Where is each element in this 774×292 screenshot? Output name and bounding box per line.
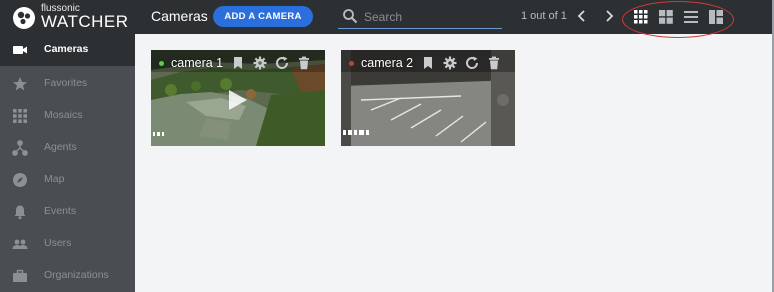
brand[interactable]: flussonic WATCHER	[0, 0, 135, 34]
timestamp-overlay-icon	[343, 130, 369, 135]
add-camera-button[interactable]: ADD A CAMERA	[213, 6, 313, 27]
sidebar-item-label: Cameras	[44, 43, 89, 55]
camera-name: camera 2	[361, 56, 414, 70]
sidebar-item-label: Favorites	[44, 77, 88, 89]
status-indicator	[159, 61, 164, 66]
timestamp-overlay-icon	[153, 132, 164, 136]
grid-view-large-icon[interactable]	[659, 10, 673, 24]
compass-icon	[13, 173, 27, 187]
refresh-icon[interactable]	[465, 56, 479, 70]
sidebar-item-agents[interactable]: Agents	[0, 132, 135, 164]
users-icon	[12, 239, 28, 249]
bookmark-icon[interactable]	[421, 56, 435, 70]
bell-icon	[14, 205, 26, 220]
brand-title: WATCHER	[41, 12, 129, 31]
sidebar-item-label: Map	[44, 173, 65, 185]
pagination-text: 1 out of 1	[521, 10, 567, 22]
sidebar-item-label: Organizations	[44, 269, 109, 281]
sidebar-item-favorites[interactable]: Favorites	[0, 68, 135, 100]
flussonic-logo-icon	[13, 7, 35, 29]
top-bar: flussonic WATCHER Cameras ADD A CAMERA 1…	[0, 0, 774, 38]
status-indicator	[349, 61, 354, 66]
grid-view-small-icon[interactable]	[634, 10, 648, 24]
search-box	[338, 5, 502, 29]
sidebar-item-mosaics[interactable]: Mosaics	[0, 100, 135, 132]
search-input[interactable]	[364, 8, 498, 26]
star-icon	[13, 77, 27, 91]
sidebar-item-label: Users	[44, 237, 72, 249]
camera-card-1[interactable]: camera 1	[151, 50, 325, 146]
refresh-icon[interactable]	[275, 56, 289, 70]
sidebar-item-users[interactable]: Users	[0, 228, 135, 260]
sidebar-item-label: Mosaics	[44, 109, 83, 121]
sidebar-item-events[interactable]: Events	[0, 196, 135, 228]
sidebar-item-organizations[interactable]: Organizations	[0, 260, 135, 292]
sidebar-item-label: Events	[44, 205, 77, 217]
agents-icon	[12, 140, 28, 156]
previous-page-icon[interactable]	[575, 8, 589, 24]
search-icon	[343, 9, 358, 24]
sidebar: Cameras Favorites Mosaics Agents Map Eve…	[0, 34, 135, 292]
camera-name: camera 1	[171, 56, 224, 70]
briefcase-icon	[13, 269, 27, 282]
trash-icon[interactable]	[297, 56, 311, 70]
sidebar-item-cameras[interactable]: Cameras	[0, 34, 135, 66]
video-camera-icon	[13, 46, 27, 54]
play-icon[interactable]	[227, 88, 249, 112]
grid-icon	[13, 109, 27, 123]
trash-icon[interactable]	[487, 56, 501, 70]
sidebar-item-map[interactable]: Map	[0, 164, 135, 196]
sidebar-item-label: Agents	[44, 141, 77, 153]
next-page-icon[interactable]	[602, 8, 616, 24]
gear-icon[interactable]	[443, 56, 457, 70]
mosaic-view-icon[interactable]	[709, 10, 723, 24]
camera-card-2[interactable]: camera 2	[341, 50, 515, 146]
list-view-icon[interactable]	[684, 10, 698, 24]
gear-icon[interactable]	[253, 56, 267, 70]
page-title: Cameras	[151, 8, 208, 24]
bookmark-icon[interactable]	[231, 56, 245, 70]
